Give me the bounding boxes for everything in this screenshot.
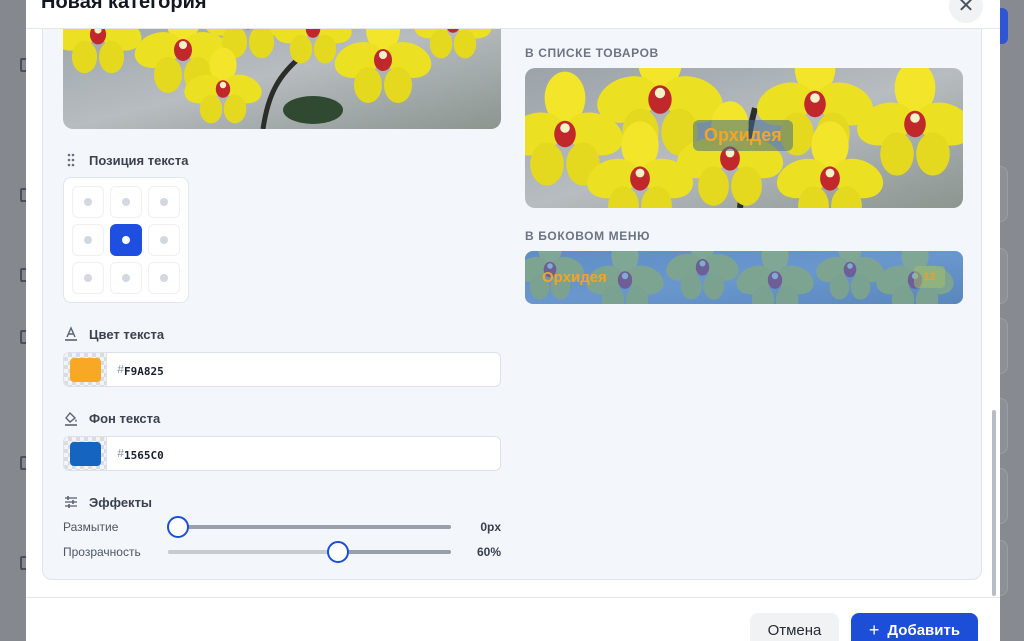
product-preview-category-label: Орхидея	[693, 120, 793, 151]
product-list-preview-label: В СПИСКЕ ТОВАРОВ	[525, 46, 659, 60]
opacity-slider-fill	[168, 550, 338, 554]
dialog-footer: Отмена + Добавить	[26, 597, 1000, 641]
background-card	[1000, 318, 1008, 374]
position-bottom-right[interactable]	[148, 262, 180, 294]
position-middle-left[interactable]	[72, 224, 104, 256]
opacity-label: Прозрачность	[63, 545, 141, 559]
text-color-icon	[65, 326, 77, 341]
opacity-slider-thumb[interactable]	[327, 541, 349, 563]
add-button-label: Добавить	[887, 621, 961, 639]
new-category-dialog: Позиция текста Цвет текста # F9A825 Фон …	[26, 0, 1000, 641]
position-top-center[interactable]	[110, 186, 142, 218]
background-app-sidebar	[0, 0, 28, 641]
text-position-title: Позиция текста	[89, 152, 189, 168]
background-card	[1000, 398, 1008, 454]
opacity-slider-rest	[338, 550, 451, 554]
cover-image-preview	[63, 15, 501, 129]
blur-slider[interactable]	[167, 516, 451, 538]
position-bottom-center[interactable]	[110, 262, 142, 294]
cancel-button-label: Отмена	[767, 621, 822, 639]
effects-title: Эффекты	[89, 494, 153, 510]
sidebar-preview-label: В БОКОВОМ МЕНЮ	[525, 229, 651, 243]
cancel-button[interactable]: Отмена	[750, 613, 839, 641]
opacity-slider[interactable]	[168, 541, 451, 563]
background-card	[1000, 468, 1008, 524]
close-icon: ✕	[957, 0, 975, 17]
blur-value: 0px	[480, 520, 501, 534]
appearance-panel: Позиция текста Цвет текста # F9A825 Фон …	[42, 14, 982, 580]
text-color-title: Цвет текста	[89, 326, 165, 342]
text-color-swatch	[70, 358, 101, 382]
dialog-header: Новая категория ✕	[26, 0, 1000, 29]
text-background-heading: Фон текста	[63, 410, 160, 426]
close-button[interactable]: ✕	[949, 0, 983, 23]
sidebar-preview-category-label: Орхидея	[542, 269, 607, 286]
plus-icon: +	[868, 620, 880, 640]
position-bottom-left[interactable]	[72, 262, 104, 294]
text-background-swatch	[70, 442, 101, 466]
text-color-heading: Цвет текста	[63, 326, 164, 342]
text-position-grid	[63, 177, 189, 303]
background-primary-button	[1000, 8, 1008, 44]
add-button[interactable]: + Добавить	[851, 613, 978, 641]
blur-label: Размытие	[63, 520, 119, 534]
text-color-field: #	[63, 352, 501, 387]
position-top-right[interactable]	[148, 186, 180, 218]
blur-slider-rest	[168, 525, 451, 529]
dialog-scrollbar[interactable]	[992, 410, 996, 596]
position-middle-center[interactable]	[110, 224, 142, 256]
background-card	[1000, 540, 1008, 596]
text-position-heading: Позиция текста	[63, 152, 189, 168]
dialog-title: Новая категория	[41, 0, 207, 13]
sidebar-preview-count-badge: 12	[914, 266, 945, 288]
position-top-left[interactable]	[72, 186, 104, 218]
effects-heading: Эффекты	[63, 494, 152, 510]
text-background-title: Фон текста	[89, 410, 161, 426]
text-background-hex-input[interactable]	[124, 446, 484, 464]
blur-slider-thumb[interactable]	[167, 516, 189, 538]
text-background-swatch-button[interactable]	[64, 437, 107, 470]
background-app-content	[1000, 0, 1024, 641]
background-card	[1000, 248, 1008, 304]
text-color-swatch-button[interactable]	[64, 353, 107, 386]
fill-color-icon	[65, 411, 77, 426]
position-middle-right[interactable]	[148, 224, 180, 256]
background-card	[1000, 166, 1008, 222]
opacity-value: 60%	[476, 545, 501, 559]
text-color-hex-input[interactable]	[124, 362, 484, 380]
sliders-icon	[65, 496, 77, 508]
text-background-field: #	[63, 436, 501, 471]
product-list-preview: Орхидея	[525, 68, 963, 208]
drag-handle-icon	[67, 153, 75, 167]
sidebar-preview: Орхидея 12	[525, 251, 963, 304]
